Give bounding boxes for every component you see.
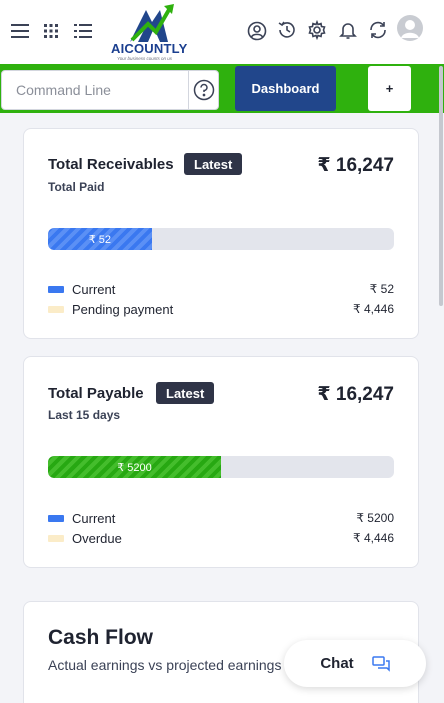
brand-tagline: Your business counts on us	[117, 56, 173, 61]
settings-gear-icon[interactable]	[306, 19, 328, 41]
chat-bubble-icon	[371, 655, 390, 672]
help-circle-icon[interactable]	[188, 71, 219, 109]
legend-row-current: Current ₹ 5200	[48, 509, 394, 527]
receivables-progress-bar: ₹ 52	[48, 228, 394, 250]
receivables-subtitle: Total Paid	[48, 180, 105, 194]
legend-row-pending: Pending payment ₹ 4,446	[48, 300, 394, 318]
command-line-field	[1, 70, 219, 110]
legend-swatch	[48, 514, 64, 522]
legend-label: Pending payment	[72, 301, 174, 317]
apps-grid-icon[interactable]	[42, 22, 60, 40]
cash-flow-title: Cash Flow	[48, 626, 154, 649]
receivables-card: Total Receivables Latest ₹ 16,247 Total …	[23, 128, 419, 339]
payable-progress-fill: ₹ 5200	[48, 456, 221, 478]
page-scrollbar[interactable]	[439, 66, 443, 306]
receivables-progress-fill: ₹ 52	[48, 228, 152, 250]
legend-label: Current	[72, 281, 116, 297]
payable-progress-bar: ₹ 5200	[48, 456, 394, 478]
payable-amount: ₹ 16,247	[317, 384, 394, 405]
command-line-input[interactable]	[2, 71, 188, 109]
legend-label: Current	[72, 510, 116, 526]
receivables-amount: ₹ 16,247	[317, 155, 394, 176]
bell-icon[interactable]	[337, 19, 359, 41]
chat-label: Chat	[320, 655, 354, 672]
dashboard-button[interactable]: Dashboard	[235, 66, 336, 111]
legend-swatch	[48, 305, 64, 313]
payable-subtitle: Last 15 days	[48, 408, 121, 422]
top-bar: AICOUNTLY Your business counts on us	[0, 0, 444, 64]
receivables-latest-badge: Latest	[184, 153, 243, 175]
user-avatar-icon[interactable]	[397, 15, 423, 41]
payable-card: Total Payable Latest ₹ 16,247 Last 15 da…	[23, 356, 419, 568]
legend-value: ₹ 4,446	[353, 531, 394, 545]
legend-row-current: Current ₹ 52	[48, 280, 394, 298]
profile-icon[interactable]	[246, 20, 268, 42]
legend-value: ₹ 5200	[356, 511, 394, 525]
legend-row-overdue: Overdue ₹ 4,446	[48, 529, 394, 547]
add-button[interactable]: +	[368, 66, 411, 111]
chat-button[interactable]: Chat	[284, 640, 426, 687]
receivables-title: Total Receivables	[48, 156, 174, 173]
legend-value: ₹ 52	[369, 282, 394, 296]
legend-swatch	[48, 534, 64, 542]
cash-flow-subtitle: Actual earnings vs projected earnings	[48, 657, 282, 673]
menu-icon[interactable]	[10, 21, 30, 41]
payable-latest-badge: Latest	[156, 382, 215, 404]
legend-value: ₹ 4,446	[353, 302, 394, 316]
sync-icon[interactable]	[366, 18, 390, 42]
history-icon[interactable]	[276, 19, 298, 41]
brand-name: AICOUNTLY	[111, 41, 188, 56]
legend-swatch	[48, 285, 64, 293]
legend-label: Overdue	[72, 530, 122, 546]
list-icon[interactable]	[72, 21, 94, 41]
payable-title: Total Payable	[48, 385, 144, 402]
